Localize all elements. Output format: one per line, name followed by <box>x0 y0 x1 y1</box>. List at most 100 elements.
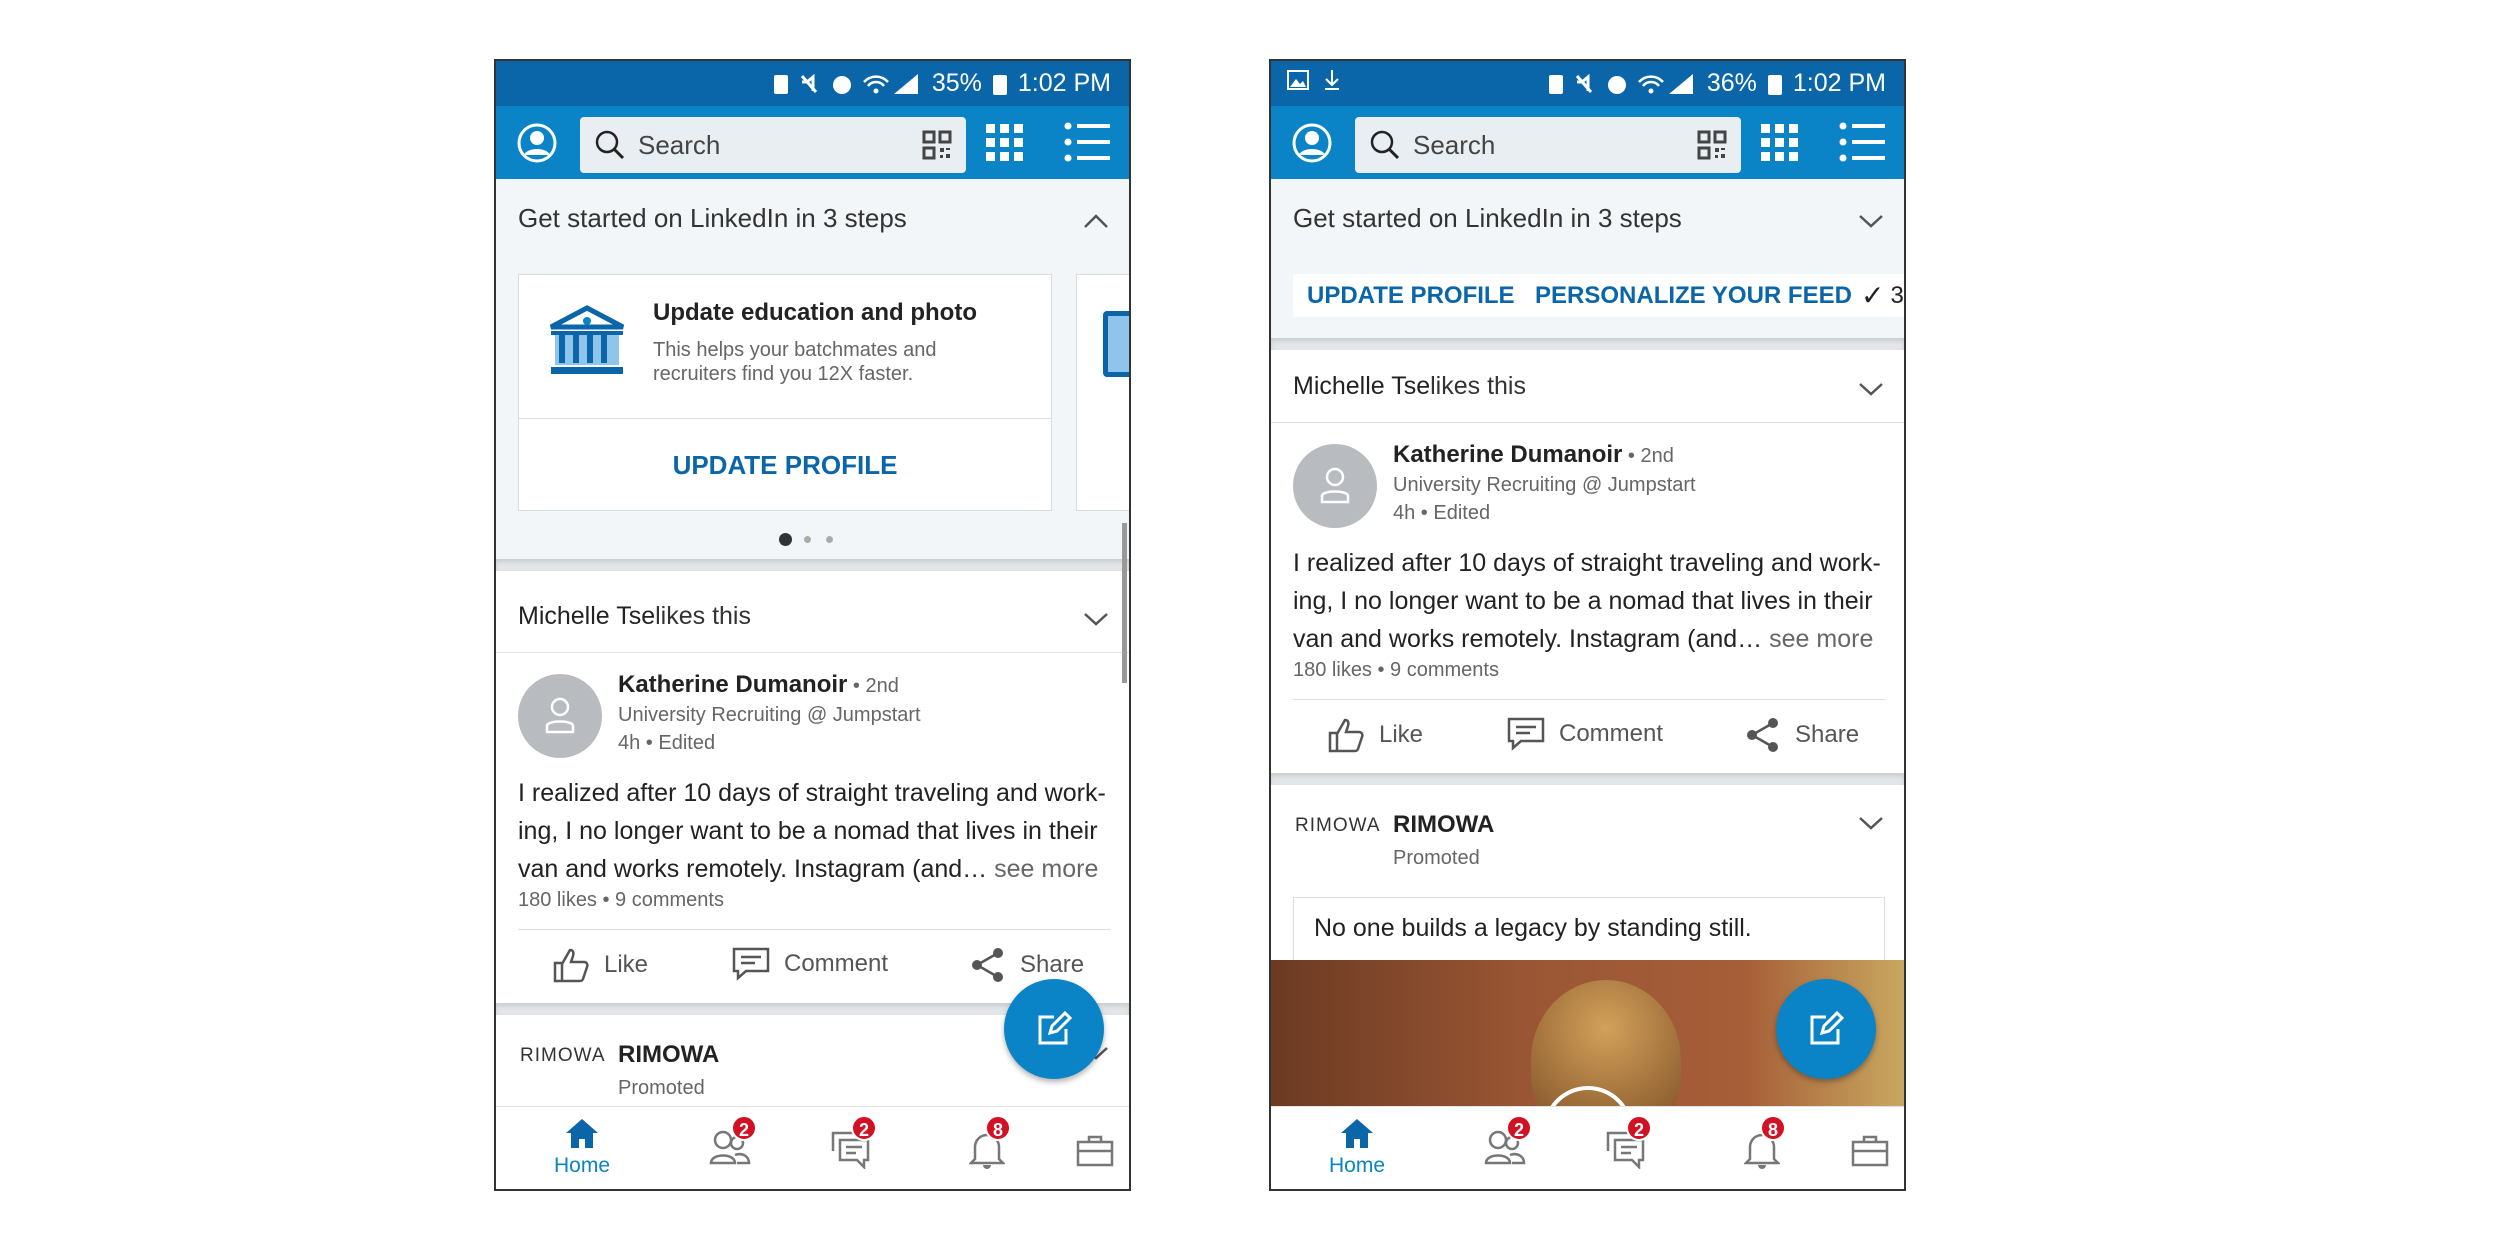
menu-list-icon[interactable] <box>1839 122 1885 164</box>
clock: 1:02 PM <box>1792 69 1886 97</box>
compose-post-button[interactable] <box>1776 979 1876 1079</box>
nav-notifications[interactable]: 8 <box>1742 1115 1786 1174</box>
chevron-up-icon[interactable] <box>1083 213 1109 229</box>
share-button[interactable]: Share <box>1745 717 1859 753</box>
post-body-line: ing, I no longer want to be a nomad that… <box>518 817 1098 845</box>
pager-dot[interactable] <box>804 536 811 543</box>
rimowa-logo[interactable]: RIMOWA <box>1295 815 1381 837</box>
edit-icon <box>1810 1011 1844 1045</box>
feed-context-header: Michelle Tse likes this <box>1271 351 1904 423</box>
qr-code-icon[interactable] <box>1697 130 1727 160</box>
update-profile-button[interactable]: UPDATE PROFILE <box>519 419 1051 511</box>
post-body: I realized after 10 days of straight tra… <box>1293 544 1893 658</box>
profile-avatar-icon[interactable] <box>1291 122 1333 164</box>
post-time: 4h • Edited <box>1393 502 1491 524</box>
compose-post-button[interactable] <box>1004 979 1104 1079</box>
search-placeholder: Search <box>1413 129 1496 160</box>
home-icon <box>566 1119 598 1148</box>
nav-my-network[interactable]: 2 <box>1484 1115 1532 1170</box>
nav-home[interactable]: Home <box>552 1117 612 1178</box>
battery-percent: 36% <box>1706 69 1757 97</box>
promoted-label: Promoted <box>1393 847 1480 869</box>
search-bar[interactable]: Search <box>580 117 966 173</box>
battery-percent: 35% <box>931 69 982 97</box>
see-more-link[interactable]: see more <box>1762 625 1873 653</box>
chevron-down-icon[interactable] <box>1858 213 1884 229</box>
post-stats[interactable]: 180 likes • 9 comments <box>518 889 724 912</box>
author-headline: University Recruiting @ Jumpstart <box>618 704 921 726</box>
divider <box>1293 699 1885 700</box>
nav-my-network[interactable]: 2 <box>709 1115 757 1170</box>
nav-jobs[interactable] <box>1851 1135 1889 1172</box>
scrollbar[interactable] <box>1122 523 1127 683</box>
status-bar: 35% 1:02 PM <box>496 61 1129 106</box>
battery-icon <box>992 74 1007 95</box>
author-name[interactable]: Katherine Dumanoir • 2nd <box>1393 441 1674 469</box>
nav-home[interactable]: Home <box>1327 1117 1387 1178</box>
apps-grid-icon[interactable] <box>986 124 1024 162</box>
context-text: likes this <box>1430 372 1526 400</box>
ad-headline[interactable]: No one builds a legacy by standing still… <box>1293 897 1885 967</box>
like-button[interactable]: Like <box>1327 717 1423 753</box>
post-time: 4h • Edited <box>618 732 716 754</box>
nav-messaging[interactable]: 2 <box>1606 1115 1652 1174</box>
feed-context-header: Michelle Tse likes this <box>496 581 1129 653</box>
author-name[interactable]: Katherine Dumanoir • 2nd <box>618 671 899 699</box>
onboarding-chip-3[interactable]: ✓ 3 <box>1851 274 1904 317</box>
comment-label: Comment <box>1559 720 1664 747</box>
advertiser-name[interactable]: RIMOWA <box>618 1041 719 1069</box>
rimowa-logo[interactable]: RIMOWA <box>520 1045 606 1067</box>
share-icon <box>972 948 1003 982</box>
pager-dot[interactable] <box>826 536 833 543</box>
pager-dot[interactable] <box>779 533 792 546</box>
nav-home-label: Home <box>1328 1154 1386 1177</box>
share-label: Share <box>1795 721 1860 748</box>
nav-notifications[interactable]: 8 <box>967 1115 1011 1174</box>
advertiser-name[interactable]: RIMOWA <box>1393 811 1494 839</box>
app-bar: Search <box>1271 106 1904 179</box>
network-badge: 2 <box>731 1115 757 1141</box>
status-icons <box>773 73 918 94</box>
context-person[interactable]: Michelle Tse <box>518 602 655 631</box>
share-button[interactable]: Share <box>970 947 1084 983</box>
onboarding-chip-1[interactable]: UPDATE PROFILE <box>1293 274 1529 317</box>
author-headline: University Recruiting @ Jumpstart <box>1393 474 1696 496</box>
check-icon: ✓ <box>1861 280 1885 311</box>
author-name-text[interactable]: Katherine Dumanoir <box>618 671 847 698</box>
notifications-badge: 8 <box>1760 1115 1786 1141</box>
author-name-text[interactable]: Katherine Dumanoir <box>1393 441 1622 468</box>
context-person[interactable]: Michelle Tse <box>1293 372 1430 401</box>
comment-button[interactable]: Comment <box>1507 717 1663 751</box>
comment-button[interactable]: Comment <box>732 947 888 981</box>
qr-code-icon[interactable] <box>922 130 952 160</box>
next-onboarding-card[interactable] <box>1076 274 1129 511</box>
profile-avatar-icon[interactable] <box>516 122 558 164</box>
like-button[interactable]: Like <box>552 947 648 983</box>
onboarding-card: Update education and photo This helps yo… <box>518 274 1052 511</box>
network-badge: 2 <box>1506 1115 1532 1141</box>
home-icon <box>1341 1119 1373 1148</box>
onboarding-chip-2[interactable]: PERSONALIZE YOUR FEED <box>1521 274 1866 317</box>
chevron-down-icon[interactable] <box>1858 815 1884 831</box>
chip-label: UPDATE PROFILE <box>1307 281 1515 309</box>
author-avatar[interactable] <box>518 674 602 758</box>
author-avatar[interactable] <box>1293 444 1377 528</box>
bottom-nav: Home 2 2 8 <box>496 1106 1129 1189</box>
chevron-down-icon[interactable] <box>1858 381 1884 397</box>
chevron-down-icon[interactable] <box>1083 611 1109 627</box>
nav-messaging[interactable]: 2 <box>831 1115 877 1174</box>
apps-grid-icon[interactable] <box>1761 124 1799 162</box>
see-more-link[interactable]: see more <box>987 855 1098 883</box>
menu-list-icon[interactable] <box>1064 122 1110 164</box>
briefcase-icon <box>1076 1135 1114 1167</box>
connection-degree: • 2nd <box>847 675 899 697</box>
nav-jobs[interactable] <box>1076 1135 1114 1172</box>
messages-badge: 2 <box>1626 1115 1652 1141</box>
card-title: Update education and photo <box>653 299 977 326</box>
post-stats[interactable]: 180 likes • 9 comments <box>1293 659 1499 682</box>
battery-icon <box>1767 74 1782 95</box>
app-bar: Search <box>496 106 1129 179</box>
card-description-line-1: This helps your batchmates and <box>653 339 937 361</box>
card-description-line-2: recruiters find you 12X faster. <box>653 363 914 385</box>
search-bar[interactable]: Search <box>1355 117 1741 173</box>
